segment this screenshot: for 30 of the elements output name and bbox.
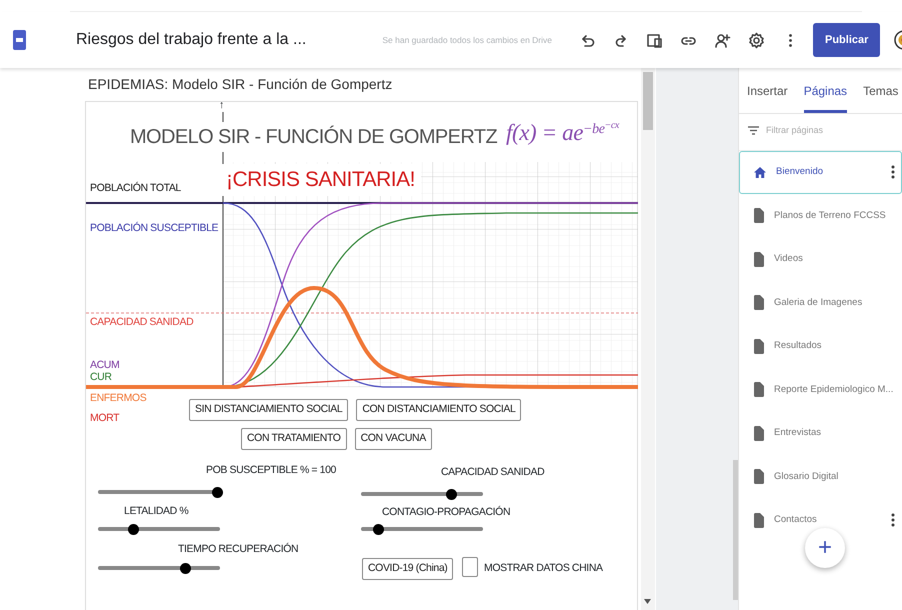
checkbox-label: MOSTRAR DATOS CHINA [484,561,603,576]
applet-button[interactable]: SIN DISTANCIAMIENTO SOCIAL [189,399,348,421]
dataset-button[interactable]: COVID-19 (China) [362,558,454,580]
site-title[interactable]: Riesgos del trabajo frente a la ... [76,28,306,52]
legend-label: POBLACIÓN SUSCEPTIBLE [90,221,218,236]
slider-label: CAPACIDAD SANIDAD [441,465,544,480]
add-page-button[interactable]: + [805,528,845,568]
legend-label: ENFERMOS [90,391,146,406]
slider-label: LETALIDAD % [124,504,188,519]
applet-title: MODELO SIR - FUNCIÓN DE GOMPERTZ [130,122,498,152]
sidebar-tab[interactable]: Temas [863,68,898,113]
legend-label: ACUM [90,358,120,372]
legend-label: CAPACIDAD SANIDAD [90,315,194,330]
alert-text: ¡CRISIS SANITARIA! [222,164,421,196]
page-item[interactable]: Bienvenido [739,150,902,194]
sidebar-tab[interactable]: Páginas [804,68,848,113]
publish-button[interactable]: Publicar [813,22,880,58]
legend-label: POBLACIÓN TOTAL [90,181,181,196]
slider-label: POB SUSCEPTIBLE % = 100 [206,463,336,478]
slider-label: CONTAGIO-PROPAGACIÓN [382,505,510,520]
legend-label: MORT [90,411,120,426]
applet-button[interactable]: CON TRATAMIENTO [241,428,347,450]
legend-label: CUR [90,370,112,385]
axis-arrow: ↑ [219,98,224,113]
sidebar-tab[interactable]: Insertar [747,68,788,113]
page-heading: EPIDEMIAS: Modelo SIR - Función de Gompertz [87,75,394,94]
slider-label: TIEMPO RECUPERACIÓN [178,542,298,557]
save-status: Se han guardado todos los cambios en Drive [382,34,552,46]
applet-button[interactable]: CON DISTANCIAMIENTO SOCIAL [356,399,522,421]
applet-button[interactable]: CON VACUNA [354,428,432,450]
